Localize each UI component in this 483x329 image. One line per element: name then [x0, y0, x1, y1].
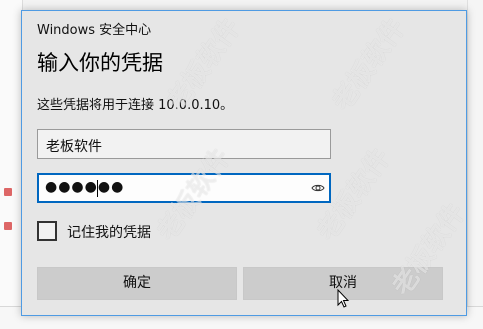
username-value: 老板软件	[46, 139, 102, 155]
username-field[interactable]: 老板软件	[37, 129, 331, 159]
mouse-pointer-icon	[337, 289, 349, 308]
password-masked-value: ●●●●●●	[45, 179, 125, 195]
remember-checkbox[interactable]	[37, 221, 57, 241]
background-marker	[4, 188, 12, 196]
dialog-app-title: Windows 安全中心	[37, 23, 152, 38]
remember-label: 记住我的凭据	[67, 225, 151, 241]
ok-button[interactable]: 确定	[37, 267, 237, 300]
text-caret	[97, 180, 98, 197]
password-field[interactable]: ●●●●●●	[37, 173, 331, 203]
eye-icon[interactable]	[311, 181, 325, 195]
background-left-strip	[0, 0, 23, 328]
credentials-dialog: Windows 安全中心 输入你的凭据 这些凭据将用于连接 10.0.0.10。…	[21, 10, 467, 316]
dialog-description: 这些凭据将用于连接 10.0.0.10。	[37, 98, 234, 113]
background-marker	[4, 222, 12, 230]
background-right-strip	[467, 0, 483, 328]
dialog-heading: 输入你的凭据	[37, 51, 163, 75]
